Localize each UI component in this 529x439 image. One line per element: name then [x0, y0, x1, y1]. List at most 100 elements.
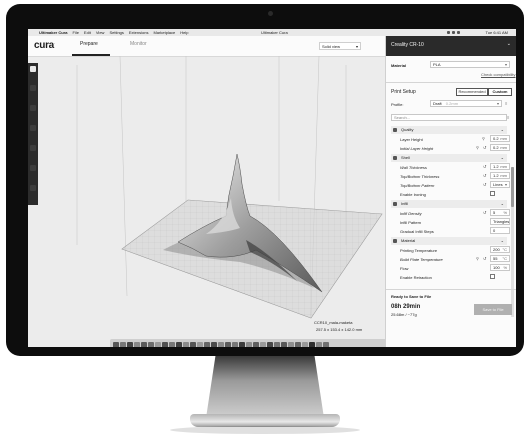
divider: [386, 82, 516, 83]
scale-icon[interactable]: [30, 105, 36, 111]
tab-prepare[interactable]: Prepare: [80, 41, 98, 47]
downloads-icon[interactable]: [316, 341, 322, 347]
maps-icon[interactable]: [169, 341, 175, 347]
terminal-icon[interactable]: [225, 341, 231, 347]
rotate-icon[interactable]: [30, 125, 36, 131]
profile-select[interactable]: Draft 0.2mm ▾: [430, 100, 502, 107]
link-icon[interactable]: ⚲: [482, 136, 485, 141]
printer-header[interactable]: Creality CR-10 ⌄: [386, 36, 516, 56]
reset-icon[interactable]: ↺: [483, 182, 486, 187]
textedit-icon[interactable]: [232, 341, 238, 347]
save-to-file-button[interactable]: Save to File: [474, 304, 512, 315]
settings-visibility-icon[interactable]: ≡: [507, 115, 509, 120]
view-mode-select[interactable]: Solid view ▾: [319, 42, 361, 50]
wifi-icon[interactable]: [447, 31, 450, 34]
menu-edit[interactable]: Edit: [84, 30, 91, 35]
menu-marketplace[interactable]: Marketplace: [153, 30, 175, 35]
tab-monitor[interactable]: Monitor: [130, 41, 147, 47]
settings-scrollbar[interactable]: [511, 167, 514, 317]
mirror-icon[interactable]: [30, 145, 36, 151]
check-compatibility-link[interactable]: Check compatibility: [481, 72, 515, 77]
wall-thickness-field[interactable]: 1.2 mm: [490, 163, 510, 170]
camera-dot: [268, 11, 273, 16]
preview-icon[interactable]: [239, 341, 245, 347]
contacts-icon[interactable]: [141, 341, 147, 347]
finder-icon[interactable]: [113, 341, 119, 347]
link-icon[interactable]: ⚲: [476, 145, 479, 150]
section-shell[interactable]: Shell ⌄: [391, 154, 507, 162]
build-volume-scene[interactable]: [28, 56, 385, 347]
section-material[interactable]: Material ⌄: [391, 237, 507, 245]
menu-extensions[interactable]: Extensions: [129, 30, 149, 35]
top-bottom-pattern-select[interactable]: Lines ▾: [490, 181, 510, 188]
calculator-icon[interactable]: [246, 341, 252, 347]
menu-app-name[interactable]: Ultimaker Cura: [39, 30, 67, 35]
menu-icon[interactable]: ≡: [505, 101, 507, 106]
volume-icon[interactable]: [452, 31, 455, 34]
support-blocker-icon[interactable]: [30, 185, 36, 191]
top-bottom-thickness-field[interactable]: 1.2 mm: [490, 172, 510, 179]
facetime-icon[interactable]: [190, 341, 196, 347]
recommended-mode-button[interactable]: Recommended: [456, 88, 488, 96]
open-file-icon[interactable]: [30, 66, 36, 72]
custom-mode-button[interactable]: Custom: [488, 88, 512, 96]
sketch-icon[interactable]: [288, 341, 294, 347]
flow-field[interactable]: 100%: [490, 264, 510, 271]
monitor-stand: [206, 356, 324, 418]
gradual-infill-field[interactable]: 0: [490, 227, 510, 234]
layer-height-field[interactable]: 0.2 mm: [490, 135, 510, 142]
reminders-icon[interactable]: [162, 341, 168, 347]
chevron-down-icon: ⌄: [500, 127, 504, 132]
ibooks-icon[interactable]: [204, 341, 210, 347]
activity-monitor-icon[interactable]: [253, 341, 259, 347]
photos-icon[interactable]: [176, 341, 182, 347]
reset-icon[interactable]: ↺: [483, 173, 486, 178]
calendar-icon[interactable]: [148, 341, 154, 347]
appstore-icon[interactable]: [211, 341, 217, 347]
link-icon[interactable]: ⚲: [476, 256, 479, 261]
disk-utility-icon[interactable]: [260, 341, 266, 347]
menu-file[interactable]: File: [72, 30, 78, 35]
itunes-icon[interactable]: [197, 341, 203, 347]
messages-icon[interactable]: [183, 341, 189, 347]
safari-icon[interactable]: [127, 341, 133, 347]
enable-ironing-checkbox[interactable]: [490, 191, 495, 196]
xcode-icon[interactable]: [267, 341, 273, 347]
material-select[interactable]: PLA ▾: [430, 61, 510, 68]
mail-icon[interactable]: [134, 341, 140, 347]
launchpad-icon[interactable]: [120, 341, 126, 347]
trash-icon[interactable]: [323, 341, 329, 347]
move-icon[interactable]: [30, 85, 36, 91]
screen: Ultimaker Cura File Edit View Settings E…: [28, 29, 516, 347]
per-model-settings-icon[interactable]: [30, 165, 36, 171]
photoshop-icon[interactable]: [274, 341, 280, 347]
reset-icon[interactable]: ↺: [483, 256, 486, 261]
clock[interactable]: Tue 6:41 AM: [485, 30, 508, 35]
infill-density-field[interactable]: 5%: [490, 209, 510, 216]
section-quality[interactable]: Quality ⌄: [391, 126, 507, 134]
menu-view[interactable]: View: [96, 30, 105, 35]
reset-icon[interactable]: ↺: [483, 210, 486, 215]
menu-settings[interactable]: Settings: [109, 30, 123, 35]
chrome-icon[interactable]: [302, 341, 308, 347]
notes-icon[interactable]: [155, 341, 161, 347]
menu-help[interactable]: Help: [180, 30, 188, 35]
initial-layer-height-field[interactable]: 0.2 mm: [490, 144, 510, 151]
build-plate-temperature-field[interactable]: 55 °C: [490, 255, 510, 262]
reset-icon[interactable]: ↺: [483, 145, 486, 150]
section-infill[interactable]: Infill ⌄: [391, 200, 507, 208]
viewport[interactable]: cura. Prepare Monitor Solid view ▾ CCR10…: [28, 36, 436, 347]
window-title: Ultimaker Cura: [261, 30, 288, 35]
illustrator-icon[interactable]: [281, 341, 287, 347]
slack-icon[interactable]: [295, 341, 301, 347]
scrollbar-thumb[interactable]: [511, 167, 514, 207]
reset-icon[interactable]: ↺: [483, 164, 486, 169]
cura-dock-icon[interactable]: [309, 341, 315, 347]
system-preferences-icon[interactable]: [218, 341, 224, 347]
enable-retraction-checkbox[interactable]: [490, 274, 495, 279]
battery-icon[interactable]: [457, 31, 460, 34]
gradual-infill-label: Gradual Infill Steps: [400, 229, 434, 234]
printing-temperature-field[interactable]: 200 °C: [490, 246, 510, 253]
settings-search-input[interactable]: Search...: [391, 114, 507, 121]
infill-pattern-select[interactable]: Triangles: [490, 218, 510, 225]
